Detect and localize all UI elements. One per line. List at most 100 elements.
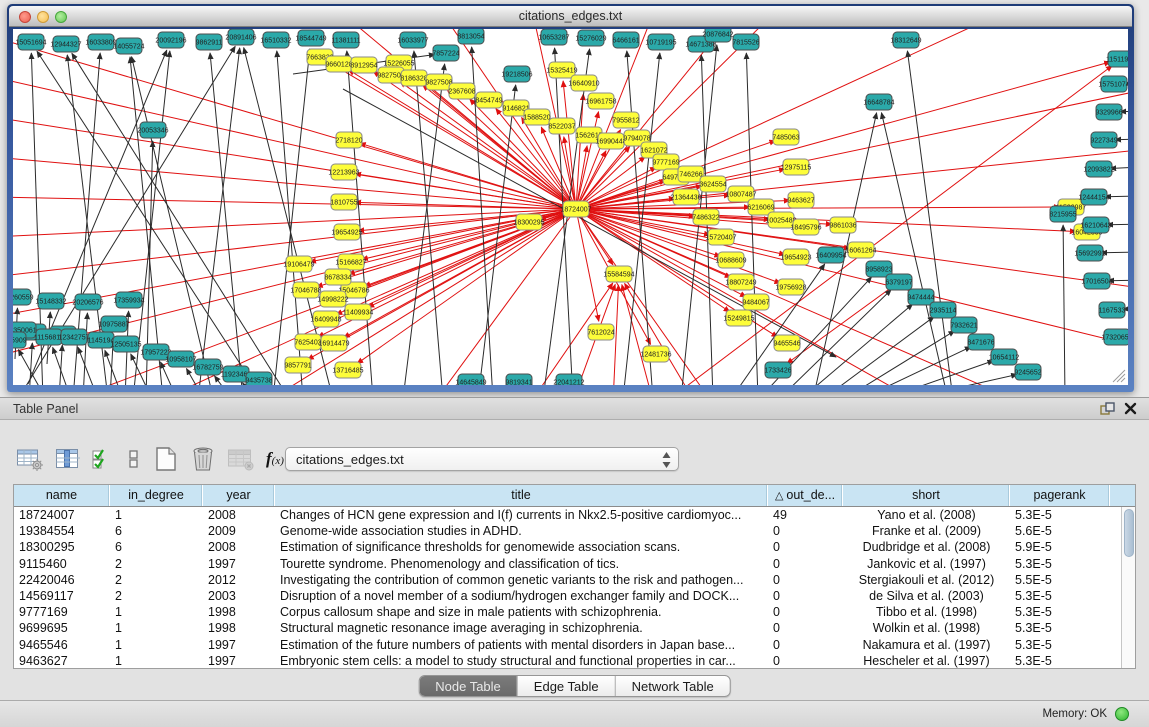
select-rows-icon[interactable] [91,447,115,471]
table-row[interactable]: 946554611997Estimation of the future num… [14,637,1121,653]
table-row[interactable]: 2242004622012Investigating the contribut… [14,572,1121,588]
close-panel-icon[interactable] [1124,402,1137,415]
graph-node[interactable]: 9474444 [907,289,934,305]
split-view-icon[interactable] [126,447,142,471]
graph-node[interactable]: 15692991 [1074,245,1105,261]
table-row[interactable]: 1938455462009Genome-wide association stu… [14,523,1121,539]
column-header-out_de[interactable]: △out_de... [768,485,843,506]
graph-node[interactable]: 2718120 [335,132,362,148]
graph-node[interactable]: 19756928 [775,279,806,295]
graph-node[interactable]: 8678334 [324,269,351,285]
graph-node[interactable]: 1810755 [330,194,357,210]
graph-node[interactable]: 12481736 [640,346,671,362]
graph-node[interactable]: 9660128 [325,56,352,72]
graph-node[interactable]: 15720407 [705,229,736,245]
graph-node[interactable]: 8522037 [548,118,575,134]
graph-node[interactable]: 1588520 [523,109,550,125]
tab-network-table[interactable]: Network Table [616,676,730,696]
graph-node[interactable]: 11409934 [343,304,374,320]
graph-node[interactable]: 10975887 [98,316,129,332]
graph-node[interactable]: 1733426 [764,362,791,378]
graph-node[interactable]: 20206576 [72,294,103,310]
graph-node[interactable]: 6379197 [885,274,912,290]
graph-node[interactable]: 18807249 [725,274,756,290]
graph-node[interactable]: 9465546 [773,335,800,351]
graph-node[interactable]: 15051694 [15,34,46,50]
graph-node[interactable]: 15276029 [575,30,606,46]
graph-node[interactable]: 9329966 [1095,104,1122,120]
table-row[interactable]: 1872400712008Changes of HCN gene express… [14,507,1121,523]
table-row[interactable]: 911546021997Tourette syndrome. Phenomeno… [14,556,1121,572]
tab-node-table[interactable]: Node Table [419,676,518,696]
graph-node[interactable]: 18495796 [790,219,821,235]
graph-node[interactable]: 9227349 [1090,132,1117,148]
graph-node[interactable]: 2935114 [930,302,957,318]
graph-node[interactable]: 2367608 [448,83,475,99]
graph-node[interactable]: 16961758 [585,93,616,109]
graph-node[interactable]: 16782759 [192,359,223,375]
graph-node[interactable]: 18544749 [295,30,326,46]
graph-node[interactable]: 15249815 [723,310,754,326]
show-columns-icon[interactable] [55,447,80,471]
table-scrollbar[interactable] [1121,507,1135,668]
column-header-title[interactable]: title [275,485,768,506]
graph-node[interactable]: 12342757 [58,329,89,345]
graph-node[interactable]: 12975115 [781,159,812,175]
graph-node[interactable]: 22041212 [553,374,584,385]
graph-node[interactable]: 7857224 [432,45,459,61]
network-window[interactable]: citations_edges.txt 18724007152260559827… [7,4,1134,392]
column-header-name[interactable]: name [14,485,110,506]
graph-node[interactable]: 16210643 [1080,217,1111,233]
column-header-pagerank[interactable]: pagerank [1010,485,1110,506]
graph-node[interactable]: 7815526 [732,34,759,50]
graph-node[interactable]: 8471676 [967,334,994,350]
graph-node[interactable]: 8912954 [350,57,377,73]
graph-node[interactable]: 20053346 [137,122,168,138]
graph-node[interactable]: 12093822 [1083,161,1114,177]
table-row[interactable]: 969969511998Structural magnetic resonanc… [14,620,1121,636]
graph-node[interactable]: 6466161 [612,32,639,48]
graph-node[interactable]: 1167533 [1099,302,1126,318]
graph-node[interactable]: 9861036 [829,217,856,233]
graph-node[interactable]: 20891406 [225,29,256,45]
graph-node[interactable]: 9819341 [505,374,532,385]
graph-node[interactable]: 12505135 [110,336,141,352]
float-panel-icon[interactable] [1100,402,1115,416]
tab-edge-table[interactable]: Edge Table [518,676,616,696]
graph-node[interactable]: 3624554 [699,176,726,192]
graph-node[interactable]: 7955812 [612,112,639,128]
graph-node[interactable]: 7932621 [950,317,977,333]
graph-node[interactable]: 19654925 [331,224,362,240]
table-row[interactable]: 977716911998Corpus callosum shape and si… [14,604,1121,620]
graph-node[interactable]: 10688609 [715,252,746,268]
graph-node[interactable]: 17320654 [1101,329,1128,345]
graph-node[interactable]: 9777169 [652,154,679,170]
graph-node[interactable]: 16510332 [260,32,291,48]
graph-node[interactable]: 20876842 [702,29,733,42]
graph-node[interactable]: 16061264 [845,242,876,258]
graph-node[interactable]: 25260559 [13,289,34,305]
graph-node[interactable]: 15148332 [35,293,66,309]
graph-node[interactable]: 9435738 [245,372,272,385]
graph-node[interactable]: 16990448 [595,133,626,149]
table-row[interactable]: 1456911722003Disruption of a novel membe… [14,588,1121,604]
graph-node[interactable]: 16409954 [815,247,846,263]
graph-node[interactable]: 14998222 [317,291,348,307]
column-header-short[interactable]: short [843,485,1010,506]
graph-node[interactable]: 14645849 [455,374,486,385]
graph-node[interactable]: 16914479 [318,335,349,351]
graph-node[interactable]: 19106479 [283,256,314,272]
table-row[interactable]: 946362711997Embryonic stem cells: a mode… [14,653,1121,668]
graph-node[interactable]: 17016504 [1081,273,1112,289]
graph-node[interactable]: 7485063 [772,129,799,145]
graph-node[interactable]: 15584594 [603,266,634,282]
table-scrollbar-thumb[interactable] [1124,509,1134,557]
column-header-in_degree[interactable]: in_degree [110,485,203,506]
graph-node[interactable]: 16640910 [568,75,599,91]
function-builder-icon[interactable]: f(x) [266,449,284,469]
delete-icon[interactable] [190,446,216,472]
graph-node[interactable]: 10654112 [989,349,1020,365]
graph-node[interactable]: 8215955 [1049,206,1076,222]
table-settings-icon[interactable] [16,447,44,471]
column-header-year[interactable]: year [203,485,275,506]
